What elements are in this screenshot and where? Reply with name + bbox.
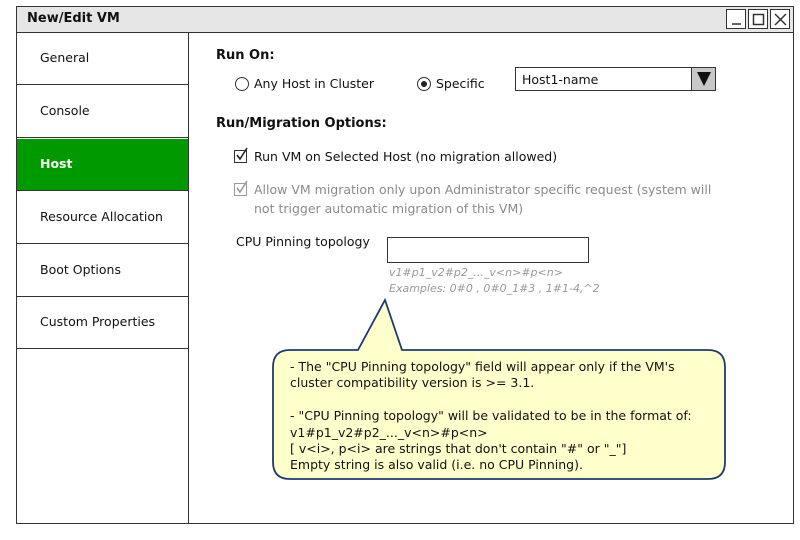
- note-line: [290, 392, 710, 408]
- note-callout-text: - The "CPU Pinning topology" field will …: [290, 359, 710, 474]
- note-line: v1#p1_v2#p2_..._v<n>#p<n>: [290, 424, 488, 440]
- note-line: - The "CPU Pinning topology" field will …: [290, 359, 675, 374]
- note-line: [ v<i>, p<i> are strings that don't cont…: [290, 441, 627, 457]
- note-line: cluster compatibility version is >= 3.1.: [290, 375, 535, 391]
- note-line: Empty string is also valid (i.e. no CPU …: [290, 457, 583, 473]
- note-line: - "CPU Pinning topology" will be validat…: [290, 408, 692, 424]
